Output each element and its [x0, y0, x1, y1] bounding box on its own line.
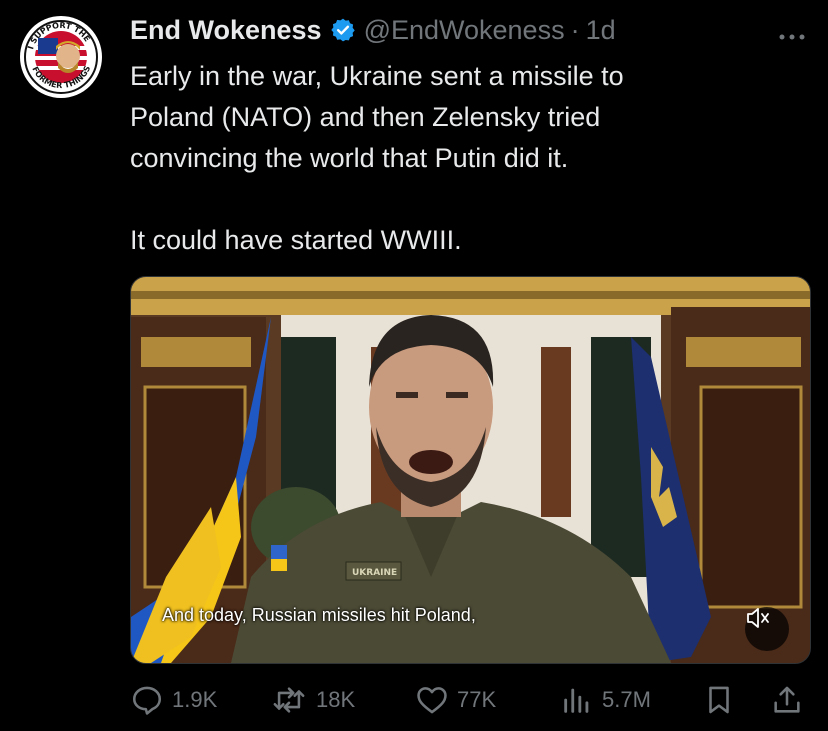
repost-count: 18K: [316, 687, 356, 712]
verified-badge-icon: [330, 17, 356, 43]
share-icon: [774, 686, 800, 713]
like-count: 77K: [457, 687, 497, 712]
author-avatar[interactable]: I SUPPORT THE FORMER THINGS: [20, 16, 102, 98]
share-button[interactable]: [770, 680, 812, 720]
uniform-badge-text: UKRAINE: [352, 568, 397, 578]
post-time[interactable]: 1d: [586, 15, 616, 46]
action-bar: 1.9K 18K 77K 5.7M: [130, 680, 810, 720]
video-subtitle: And today, Russian missiles hit Poland,: [162, 605, 476, 625]
reply-icon: [132, 686, 162, 715]
tweet-text: Early in the war, Ukraine sent a missile…: [130, 61, 624, 255]
tweet-header: End Wokeness @EndWokeness · 1d: [130, 12, 808, 48]
separator-dot: ·: [570, 14, 580, 45]
mute-icon[interactable]: [745, 607, 789, 651]
repost-icon: [273, 687, 305, 713]
views-button[interactable]: 5.7M: [560, 680, 651, 720]
like-button[interactable]: 77K: [415, 680, 496, 720]
repost-button[interactable]: 18K: [270, 680, 355, 720]
bookmark-button[interactable]: [702, 680, 744, 720]
author-name[interactable]: End Wokeness: [130, 15, 322, 46]
reply-count: 1.9K: [172, 687, 218, 712]
views-count: 5.7M: [602, 687, 651, 712]
views-icon: [564, 688, 589, 713]
like-icon: [417, 687, 447, 714]
bookmark-icon: [709, 686, 729, 714]
more-icon[interactable]: [776, 20, 808, 40]
reply-button[interactable]: 1.9K: [130, 680, 217, 720]
avatar-image: I SUPPORT THE FORMER THINGS: [21, 17, 101, 97]
author-handle[interactable]: @EndWokeness: [364, 15, 565, 46]
